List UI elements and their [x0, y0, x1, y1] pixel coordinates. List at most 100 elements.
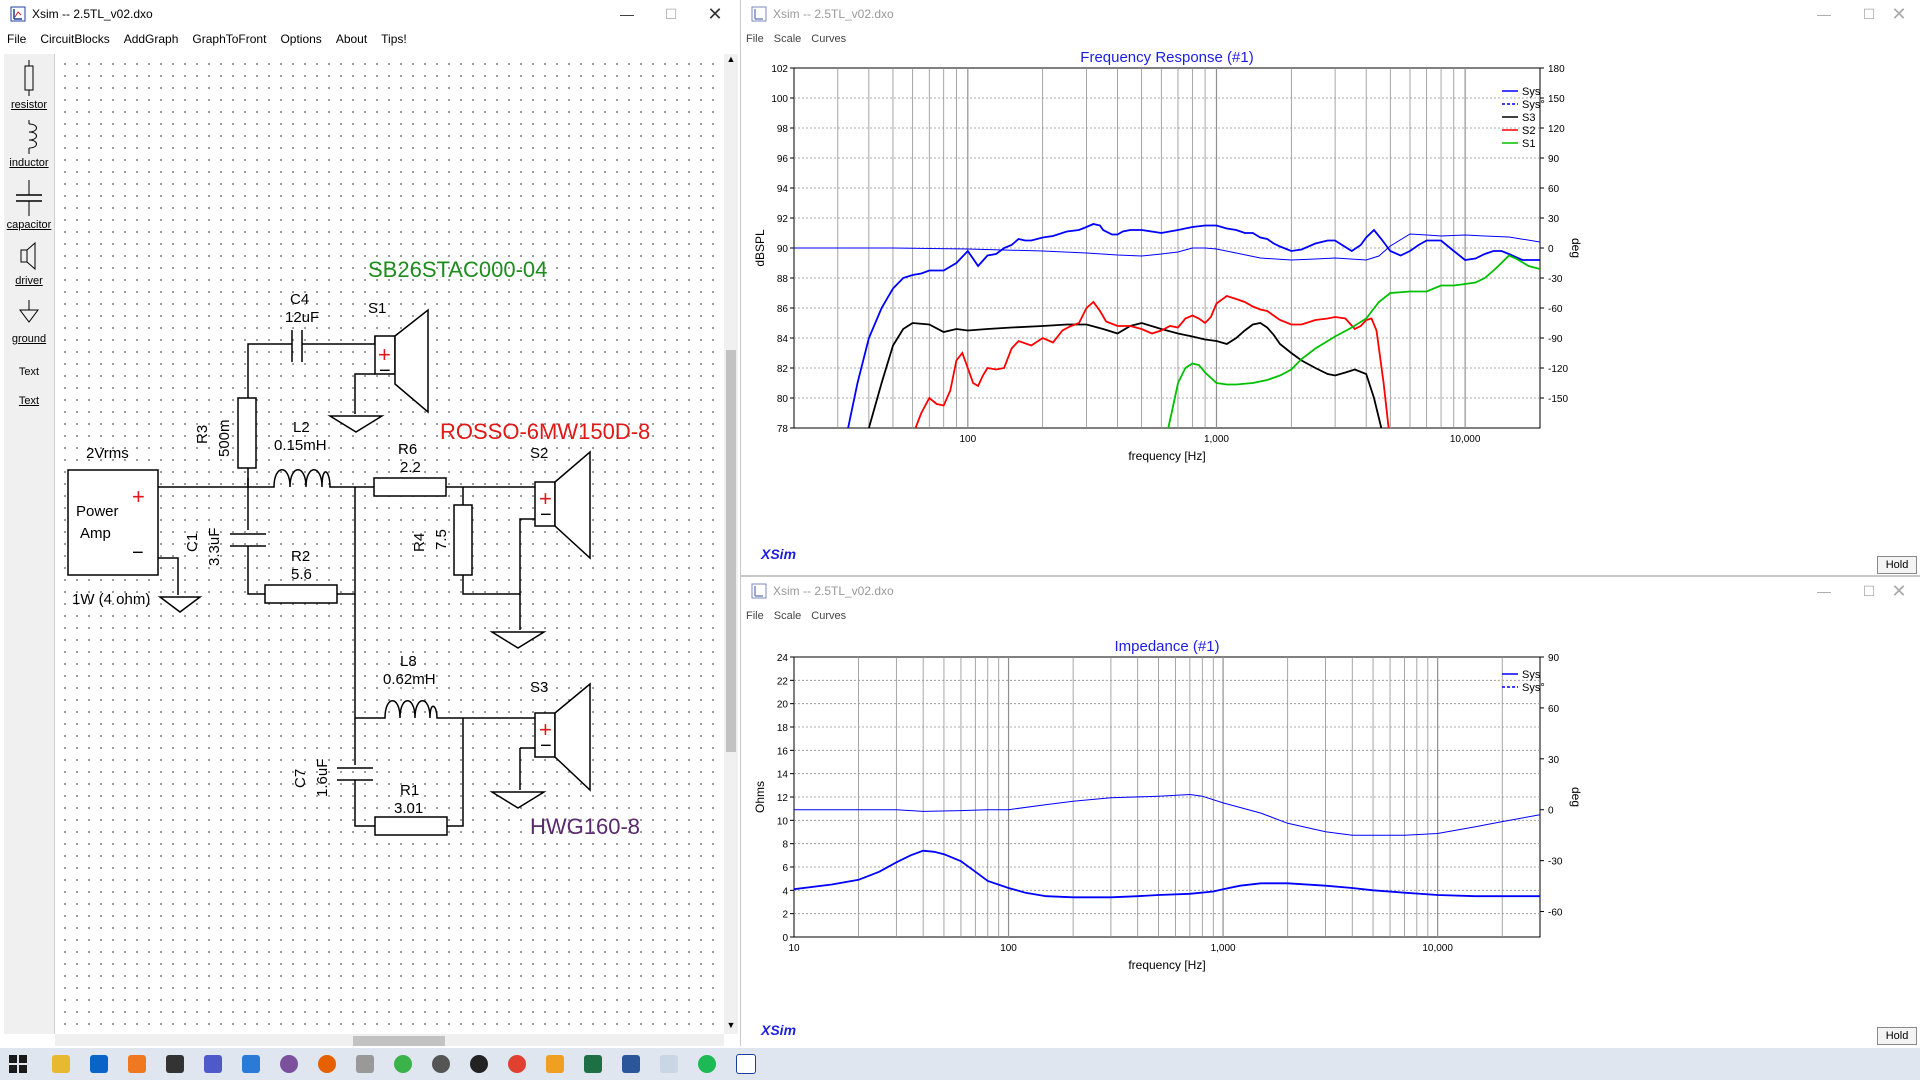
- x-axis-label: frequency [Hz]: [1128, 449, 1205, 463]
- firefox-icon[interactable]: [318, 1055, 336, 1073]
- schematic-horizontal-scrollbar[interactable]: [55, 1034, 724, 1046]
- fr-menu: File Scale Curves: [741, 28, 1920, 50]
- source-name-line1: Power: [76, 503, 119, 520]
- teams-icon[interactable]: [204, 1055, 222, 1073]
- y-tick-label: 22: [777, 676, 789, 687]
- app-icon-blue[interactable]: [242, 1055, 260, 1073]
- imp-menu-file[interactable]: File: [741, 610, 769, 622]
- y2-tick-label: 150: [1548, 94, 1565, 105]
- y-tick-label: 20: [777, 700, 789, 711]
- y-tick-label: 4: [782, 886, 788, 897]
- s3-ground: [489, 791, 547, 809]
- spotify-icon[interactable]: [698, 1055, 716, 1073]
- app-icon-orange[interactable]: [128, 1055, 146, 1073]
- capacitor-c1[interactable]: [228, 528, 268, 550]
- resistor-r6[interactable]: [373, 477, 447, 497]
- imp-menu: File Scale Curves: [741, 605, 1920, 627]
- xsim-taskbar-icon[interactable]: [736, 1054, 756, 1074]
- resistor-r2[interactable]: [264, 584, 338, 604]
- outlook-icon[interactable]: [90, 1055, 108, 1073]
- y-tick-label: 80: [777, 394, 789, 405]
- inductor-l2[interactable]: [270, 469, 355, 488]
- app-icon-light[interactable]: [660, 1055, 678, 1073]
- capacitor-c7[interactable]: [335, 762, 375, 784]
- y-tick-label: 16: [777, 746, 789, 757]
- y-tick-label: 6: [782, 863, 788, 874]
- x-tick-label: 10,000: [1450, 434, 1481, 445]
- windows-start-icon[interactable]: [8, 1054, 28, 1074]
- y2-tick-label: -90: [1548, 334, 1563, 345]
- imp-menu-scale[interactable]: Scale: [769, 610, 807, 622]
- l2-value: 0.15mH: [274, 437, 327, 454]
- source-ground: [157, 596, 203, 613]
- s2-label: S2: [530, 445, 548, 462]
- legend-label: Sys: [1522, 86, 1541, 98]
- scroll-down-arrow[interactable]: ▼: [724, 1020, 738, 1034]
- legend-label: Sys°: [1522, 682, 1545, 694]
- y-tick-label: 2: [782, 910, 788, 921]
- fr-hold-button[interactable]: Hold: [1877, 556, 1917, 574]
- resistor-r4[interactable]: [453, 504, 473, 576]
- word-icon[interactable]: [622, 1055, 640, 1073]
- y-tick-label: 10: [777, 816, 789, 827]
- scroll-up-arrow[interactable]: ▲: [724, 54, 738, 68]
- capacitor-c4[interactable]: [286, 328, 308, 364]
- y-tick-label: 8: [782, 840, 788, 851]
- impedance-chart[interactable]: 024681012141618202224-60-30030609010 100 1…: [741, 627, 1920, 1046]
- y2-tick-label: 0: [1548, 244, 1554, 255]
- app-icon-yellow[interactable]: [546, 1055, 564, 1073]
- imp-hold-button[interactable]: Hold: [1877, 1027, 1917, 1045]
- c1-name: C1: [184, 533, 201, 552]
- r3-name: R3: [194, 425, 211, 444]
- imp-menu-curves[interactable]: Curves: [806, 610, 851, 622]
- y-tick-label: 92: [777, 214, 789, 225]
- schematic-vertical-scrollbar[interactable]: ▲ ▼: [724, 54, 738, 1034]
- legend-label: S1: [1522, 138, 1535, 150]
- app-icon-dark[interactable]: [432, 1055, 450, 1073]
- fr-titlebar[interactable]: Xsim -- 2.5TL_v02.dxo: [741, 0, 1920, 28]
- r4-value: 7.5: [433, 529, 450, 550]
- excel-icon[interactable]: [584, 1055, 602, 1073]
- x-tick-label: 100: [1000, 943, 1017, 954]
- resistor-r3[interactable]: [237, 397, 257, 469]
- y-tick-label: 90: [777, 244, 789, 255]
- imp-minimize-button[interactable]: —: [1801, 577, 1847, 605]
- y-tick-label: 102: [771, 64, 788, 75]
- y2-tick-label: 60: [1548, 184, 1560, 195]
- app-icon-green[interactable]: [394, 1055, 412, 1073]
- chart-title: Impedance (#1): [1114, 638, 1219, 655]
- vertical-scroll-thumb[interactable]: [726, 350, 736, 752]
- chrome-icon[interactable]: [508, 1055, 526, 1073]
- imp-close-button[interactable]: ✕: [1876, 577, 1920, 605]
- fr-menu-scale[interactable]: Scale: [769, 33, 807, 45]
- r1-name: R1: [400, 782, 419, 799]
- file-explorer-icon[interactable]: [52, 1055, 70, 1073]
- horizontal-scroll-thumb[interactable]: [353, 1036, 445, 1046]
- resistor-r1[interactable]: [374, 816, 448, 836]
- y2-tick-label: -30: [1548, 274, 1563, 285]
- fr-xsim-logo: XSim: [761, 546, 797, 562]
- y-tick-label: 88: [777, 274, 789, 285]
- viber-icon[interactable]: [280, 1055, 298, 1073]
- fr-menu-curves[interactable]: Curves: [806, 33, 851, 45]
- terminal-icon[interactable]: [166, 1055, 184, 1073]
- fr-minimize-button[interactable]: —: [1801, 0, 1847, 28]
- app-icon-black[interactable]: [470, 1055, 488, 1073]
- y2-tick-label: 180: [1548, 64, 1565, 75]
- frequency-response-chart[interactable]: 78 80 82 84 86 88 90 92 94 96 98 100 102 -150 -120 -90 -…: [741, 50, 1920, 570]
- fr-close-button[interactable]: ✕: [1876, 0, 1920, 28]
- schematic-drawing[interactable]: + + + + − − − − 2Vrms Power Amp 1W (4 oh…: [0, 0, 740, 1046]
- source-voltage-label: 2Vrms: [86, 445, 129, 462]
- y2-axis-label: deg: [1569, 238, 1583, 258]
- app-icon-gray[interactable]: [356, 1055, 374, 1073]
- frequency-response-window: Xsim -- 2.5TL_v02.dxo — ☐ ✕ File Scale C…: [741, 0, 1920, 577]
- fr-menu-file[interactable]: File: [741, 33, 769, 45]
- x-tick-label: 100: [959, 434, 976, 445]
- y2-tick-label: 30: [1548, 214, 1560, 225]
- r2-name: R2: [291, 548, 310, 565]
- inductor-l8[interactable]: [383, 700, 535, 719]
- imp-titlebar[interactable]: Xsim -- 2.5TL_v02.dxo: [741, 577, 1920, 605]
- y2-tick-label: -30: [1548, 857, 1563, 868]
- x-tick-label: 1,000: [1211, 943, 1236, 954]
- xsim-app-icon: [751, 583, 767, 599]
